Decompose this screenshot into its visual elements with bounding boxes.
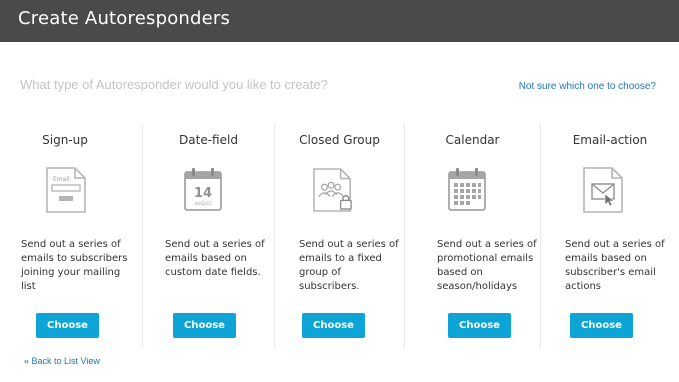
card-signup: Sign-up Email Send out a series of email… (0, 125, 130, 347)
card-calendar: Calendar Send out a series of promotiona… (404, 125, 540, 347)
group-lock-icon (313, 168, 352, 212)
page-header: Create Autoresponders (0, 0, 679, 42)
choose-closed-group-button[interactable]: Choose (302, 313, 365, 338)
choose-date-field-button[interactable]: Choose (173, 313, 236, 338)
email-action-icon (583, 167, 623, 213)
card-date-field: Date-field 14 AUGUST Send out a series o… (142, 125, 274, 347)
card-closed-group: Closed Group Send out a series of emails… (274, 125, 404, 347)
card-title: Sign-up (42, 133, 88, 147)
autoresponder-types: Sign-up Email Send out a series of email… (0, 125, 679, 347)
card-description: Send out a series of emails based on cus… (165, 239, 265, 278)
card-description: Send out a series of emails based on sub… (565, 239, 665, 292)
choose-calendar-button[interactable]: Choose (448, 313, 511, 338)
card-description: Send out a series of emails to a fixed g… (299, 239, 399, 292)
signup-form-icon: Email (46, 167, 86, 213)
card-email-action: Email-action Send out a series of emails… (540, 125, 679, 347)
calendar-grid-icon (448, 168, 486, 211)
question-text: What type of Autoresponder would you lik… (20, 77, 328, 92)
choose-email-action-button[interactable]: Choose (570, 313, 633, 338)
card-title: Calendar (445, 133, 500, 147)
svg-text:14: 14 (194, 186, 212, 201)
date-calendar-icon: 14 AUGUST (184, 168, 222, 211)
help-link[interactable]: Not sure which one to choose? (519, 81, 656, 92)
card-title: Date-field (179, 133, 238, 147)
page-title: Create Autoresponders (18, 8, 231, 29)
card-title: Email-action (572, 133, 648, 147)
svg-text:Email: Email (53, 176, 70, 183)
svg-text:AUGUST: AUGUST (195, 201, 212, 206)
back-to-list-link[interactable]: « Back to List View (24, 356, 100, 366)
card-description: Send out a series of emails to subscribe… (21, 239, 128, 292)
card-title: Closed Group (299, 133, 380, 147)
card-description: Send out a series of promotional emails … (437, 239, 537, 292)
choose-signup-button[interactable]: Choose (36, 313, 99, 338)
